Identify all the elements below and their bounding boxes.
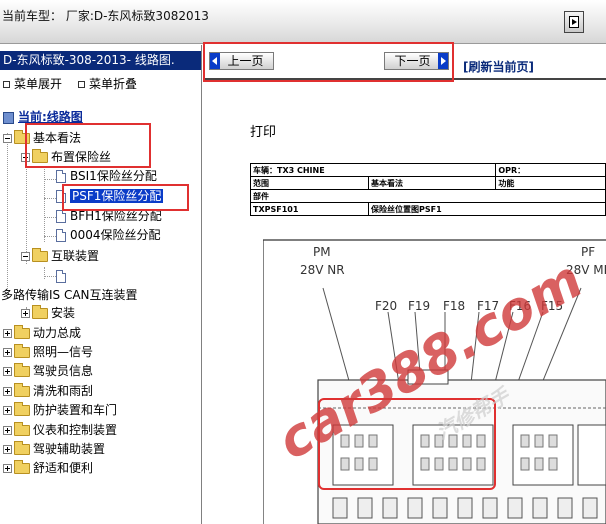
opr-cell: OPR：	[495, 163, 606, 177]
tree-item-lighting[interactable]: 照明—信号	[3, 343, 93, 361]
minus-icon	[21, 252, 30, 261]
tree-guide	[7, 133, 8, 293]
plus-icon	[3, 329, 12, 338]
sidebar-title: D-东风标致-308-2013- 线路图.	[0, 51, 201, 70]
plus-icon	[3, 348, 12, 357]
refresh-page-link[interactable]: [刷新当前页]	[463, 58, 534, 75]
basic-cell: 基本看法	[367, 176, 497, 190]
plus-icon	[3, 445, 12, 454]
function-cell: 功能	[495, 176, 606, 190]
folder-icon	[14, 460, 30, 474]
exit-button[interactable]	[564, 11, 584, 33]
computer-icon	[3, 111, 14, 124]
expand-menu-button[interactable]: 菜单展开	[0, 75, 62, 92]
arrow-right-icon	[572, 19, 577, 25]
tree-item-multiplex[interactable]: 多路传输IS CAN互连装置	[1, 286, 138, 304]
folder-icon	[14, 402, 30, 416]
tree-item-driver-info[interactable]: 驾驶员信息	[3, 362, 93, 380]
document-icon	[56, 170, 66, 183]
folder-icon	[14, 383, 30, 397]
plus-icon	[3, 464, 12, 473]
current-model-title: 当前车型： 厂家:D-东风标致3082013	[2, 9, 209, 23]
tree-item-interconnect-doc[interactable]	[56, 267, 70, 285]
vehicle-cell: 车辆：TX3 CHINE	[249, 163, 497, 177]
document-info-table: 车辆：TX3 CHINE OPR： 范围 基本看法 功能 部件 TXPSF101…	[249, 163, 606, 216]
parts-cell: 部件	[250, 189, 606, 203]
print-link[interactable]: 打印	[250, 121, 276, 140]
plus-icon	[3, 387, 12, 396]
code-cell: TXPSF101	[250, 202, 369, 216]
tree-guide	[44, 236, 56, 237]
tree-item-0004[interactable]: 0004保险丝分配	[56, 226, 161, 244]
plus-icon	[3, 406, 12, 415]
tree-guide	[44, 267, 45, 279]
document-icon	[56, 229, 66, 242]
tree-item-powertrain[interactable]: 动力总成	[3, 324, 81, 342]
scope-cell: 范围	[250, 176, 369, 190]
square-bullet-icon	[3, 81, 10, 88]
tree-item-instruments[interactable]: 仪表和控制装置	[3, 421, 117, 439]
pf-label: PF	[581, 245, 596, 259]
tree-item-protection[interactable]: 防护装置和车门	[3, 401, 117, 419]
tree-guide	[44, 276, 56, 277]
fuse-label-f20: F20	[375, 299, 398, 313]
tree-item-comfort[interactable]: 舒适和便利	[3, 459, 93, 477]
tree-guide	[44, 198, 56, 199]
document-icon	[56, 270, 66, 283]
tree-guide	[44, 217, 56, 218]
highlight-box-psf1	[62, 184, 189, 211]
highlight-box-nav	[203, 42, 454, 82]
folder-icon	[14, 441, 30, 455]
fuse-label-f19: F19	[408, 299, 431, 313]
pm-label: PM	[313, 245, 331, 259]
position-cell: 保险丝位置图PSF1	[368, 202, 606, 216]
tree-item-interconnect[interactable]: 互联装置	[21, 247, 99, 265]
plus-icon	[21, 309, 30, 318]
top-header-bar: 当前车型： 厂家:D-东风标致3082013	[0, 0, 606, 44]
folder-icon	[14, 325, 30, 339]
left-tree-panel: D-东风标致-308-2013- 线路图. 菜单展开 菜单折叠 当前:线路图 基…	[0, 45, 201, 524]
collapse-menu-button[interactable]: 菜单折叠	[75, 75, 137, 92]
plus-icon	[3, 367, 12, 376]
tree-item-driving-aid[interactable]: 驾驶辅助装置	[3, 440, 105, 458]
document-icon	[56, 210, 66, 223]
folder-icon	[32, 305, 48, 319]
tree-guide	[44, 179, 56, 180]
minus-icon	[3, 134, 12, 143]
tree-item-install[interactable]: 安装	[21, 304, 75, 322]
highlight-box-basic	[25, 123, 151, 168]
tree-item-wash-wipe[interactable]: 清洗和雨刮	[3, 382, 93, 400]
pm-voltage-label: 28V NR	[300, 263, 345, 277]
tree-item-bsi1[interactable]: BSI1保险丝分配	[56, 167, 157, 185]
folder-icon	[14, 422, 30, 436]
folder-icon	[14, 344, 30, 358]
folder-icon	[32, 248, 48, 262]
plus-icon	[3, 426, 12, 435]
folder-icon	[14, 363, 30, 377]
square-bullet-icon	[78, 81, 85, 88]
